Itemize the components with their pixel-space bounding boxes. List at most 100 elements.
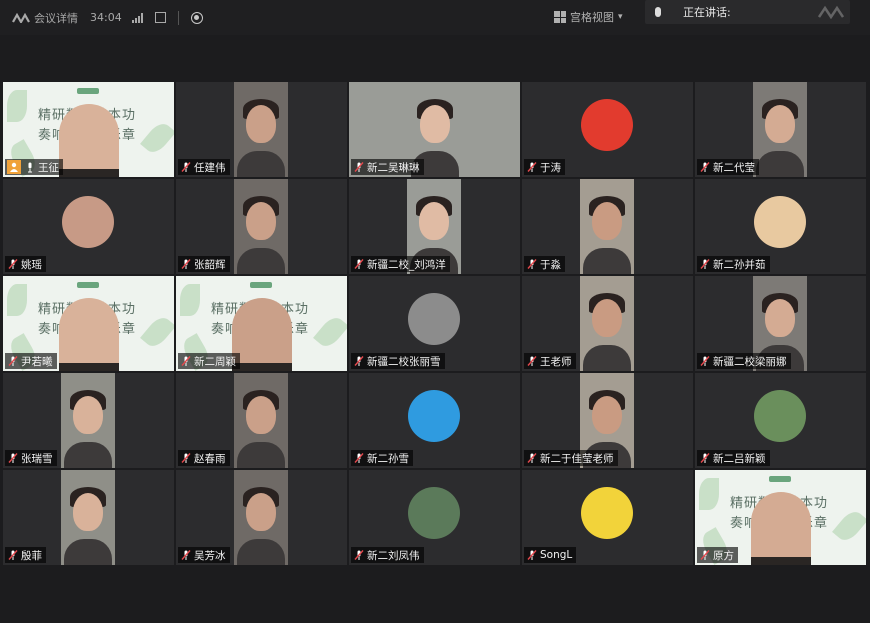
meeting-details-link[interactable]: 会议详情 [34, 10, 78, 26]
participant-name-tag: 姚瑶 [5, 256, 46, 272]
participant-tile[interactable]: 吴芳冰 [176, 470, 347, 565]
participant-tile[interactable]: 于涛 [522, 82, 693, 177]
participant-tile[interactable]: 新二于佳莹老师 [522, 373, 693, 468]
participant-tile[interactable]: 张瑞雪 [3, 373, 174, 468]
recording-icon[interactable] [190, 11, 203, 24]
participant-name-tag: 新疆二校张丽雪 [351, 353, 445, 369]
participant-video [234, 179, 288, 274]
toolbar-divider [177, 10, 179, 25]
microphone-icon [28, 162, 32, 173]
participant-tile[interactable]: 精研数学基本功奏响教研新乐章原方 [695, 470, 866, 565]
participant-name-tag: 新疆二校梁丽娜 [697, 353, 791, 369]
participant-name: 新疆二校_刘鸿洋 [367, 258, 446, 271]
participant-name: 王征 [38, 161, 59, 174]
participant-tile[interactable]: SongL [522, 470, 693, 565]
participant-tile[interactable]: 新二代莹 [695, 82, 866, 177]
participant-name-tag: 王老师 [524, 353, 576, 369]
participant-tile[interactable]: 王老师 [522, 276, 693, 371]
participant-tile[interactable]: 新二孙并茹 [695, 179, 866, 274]
participant-name: 尹若曦 [21, 355, 53, 368]
participant-name-tag: 王征 [5, 159, 63, 175]
microphone-muted-icon [354, 550, 364, 560]
meeting-timer: 34:04 [90, 11, 122, 24]
participant-name-tag: SongL [524, 547, 577, 563]
microphone-muted-icon [181, 550, 191, 560]
participant-tile[interactable]: 于淼 [522, 179, 693, 274]
participant-tile[interactable]: 新二孙雪 [349, 373, 520, 468]
participant-tile[interactable]: 殷菲 [3, 470, 174, 565]
participant-name: 新二孙并茹 [713, 258, 766, 271]
participant-name-tag: 殷菲 [5, 547, 46, 563]
view-switcher-label: 宫格视图 [570, 11, 614, 24]
tencent-meeting-logo-icon [12, 12, 30, 23]
microphone-muted-icon [8, 550, 18, 560]
participant-avatar [408, 293, 460, 345]
popout-icon[interactable] [154, 12, 166, 23]
video-grid: 精研数学基本功奏响教研新乐章王征任建伟 新二吴琳琳 于涛 新二代莹姚瑶 张韶辉 新疆二校_… [3, 82, 866, 565]
participant-name-tag: 新二刘凤伟 [351, 547, 424, 563]
participant-name-tag: 原方 [697, 547, 738, 563]
participant-tile[interactable]: 精研数学基本功奏响教研新乐章王征 [3, 82, 174, 177]
participant-tile[interactable]: 张韶辉 [176, 179, 347, 274]
participant-name-tag: 尹若曦 [5, 353, 57, 369]
participant-video [751, 492, 811, 565]
participant-name-tag: 新二周颖 [178, 353, 240, 369]
participant-avatar [754, 196, 806, 248]
participant-name: 张瑞雪 [21, 452, 53, 465]
participant-name-tag: 新二吴琳琳 [351, 159, 424, 175]
participant-name-tag: 赵春雨 [178, 450, 230, 466]
participant-tile[interactable]: 姚瑶 [3, 179, 174, 274]
participant-name-tag: 张韶辉 [178, 256, 230, 272]
participant-tile[interactable]: 新二吴琳琳 [349, 82, 520, 177]
microphone-muted-icon [354, 259, 364, 269]
participant-tile[interactable]: 赵春雨 [176, 373, 347, 468]
microphone-muted-icon [354, 356, 364, 366]
participant-tile[interactable]: 精研数学基本功奏响教研新乐章尹若曦 [3, 276, 174, 371]
participant-tile[interactable]: 新疆二校张丽雪 [349, 276, 520, 371]
participant-avatar [408, 487, 460, 539]
participant-video [580, 179, 634, 274]
participant-video [234, 82, 288, 177]
participant-tile[interactable]: 新二吕新颖 [695, 373, 866, 468]
participant-name-tag: 张瑞雪 [5, 450, 57, 466]
participant-name: 吴芳冰 [194, 549, 226, 562]
grid-view-icon [554, 11, 566, 23]
microphone-muted-icon [527, 453, 537, 463]
participant-name: 殷菲 [21, 549, 42, 562]
participant-name: 张韶辉 [194, 258, 226, 271]
participant-tile[interactable]: 新疆二校_刘鸿洋 [349, 179, 520, 274]
participant-name-tag: 任建伟 [178, 159, 230, 175]
microphone-muted-icon [527, 550, 537, 560]
participant-name-tag: 于淼 [524, 256, 565, 272]
participant-video [61, 373, 115, 468]
participant-name: 新二周颖 [194, 355, 236, 368]
participant-tile[interactable]: 任建伟 [176, 82, 347, 177]
active-speaker-banner: 正在讲话: [645, 0, 850, 24]
participant-name: 于涛 [540, 161, 561, 174]
participant-avatar [408, 390, 460, 442]
participant-name-tag: 新二于佳莹老师 [524, 450, 618, 466]
signal-strength-icon[interactable] [131, 12, 143, 23]
participant-avatar [62, 196, 114, 248]
microphone-muted-icon [700, 259, 710, 269]
microphone-muted-icon [700, 162, 710, 172]
participant-name: 新二于佳莹老师 [540, 452, 614, 465]
participant-name: 新二代莹 [713, 161, 755, 174]
participant-name: 新疆二校梁丽娜 [713, 355, 787, 368]
participant-video [232, 298, 292, 371]
participant-tile[interactable]: 精研数学基本功奏响教研新乐章新二周颖 [176, 276, 347, 371]
participant-name: 新二刘凤伟 [367, 549, 420, 562]
view-switcher[interactable]: 宫格视图 ▾ [554, 9, 623, 25]
active-speaker-label: 正在讲话: [683, 6, 731, 19]
participant-avatar [581, 487, 633, 539]
participant-name: 新疆二校张丽雪 [367, 355, 441, 368]
participant-tile[interactable]: 新二刘凤伟 [349, 470, 520, 565]
participant-name-tag: 吴芳冰 [178, 547, 230, 563]
participant-name: 姚瑶 [21, 258, 42, 271]
participant-video [580, 276, 634, 371]
participant-tile[interactable]: 新疆二校梁丽娜 [695, 276, 866, 371]
participant-name: 新二吴琳琳 [367, 161, 420, 174]
participant-video [61, 470, 115, 565]
microphone-muted-icon [527, 162, 537, 172]
participant-name-tag: 新二吕新颖 [697, 450, 770, 466]
